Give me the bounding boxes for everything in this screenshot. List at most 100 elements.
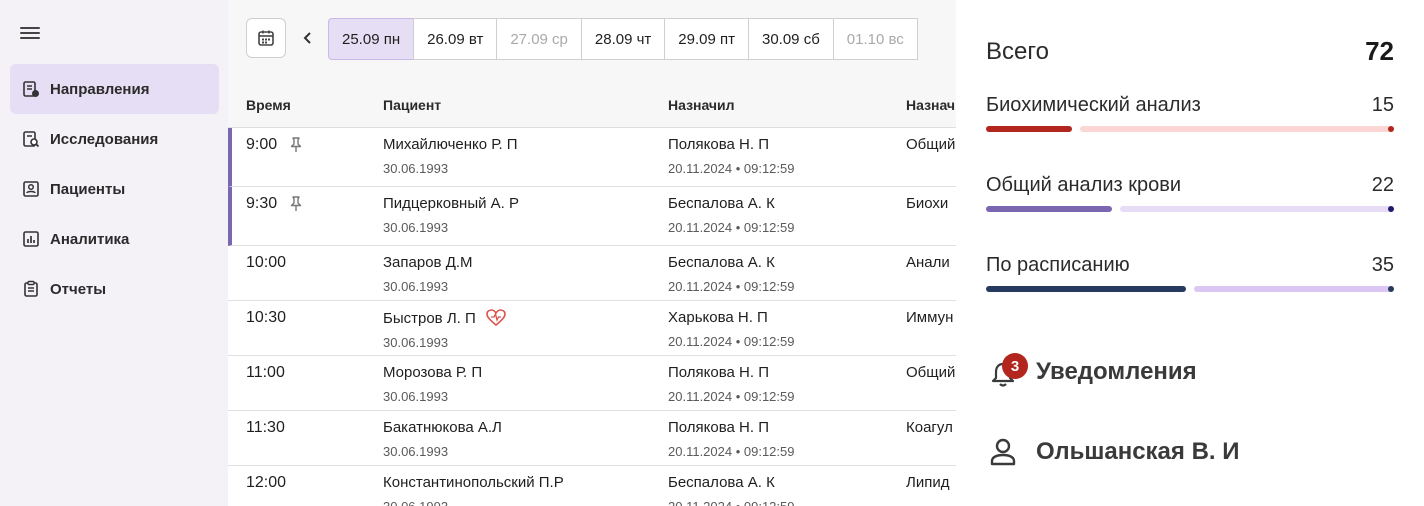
patient-name-text: Быстров Л. П xyxy=(383,309,476,327)
sidebar-item[interactable]: Направления xyxy=(10,64,219,114)
doctor-cell: Полякова Н. П 20.11.2024 • 09:12:59 xyxy=(668,364,794,404)
notifications-badge: 3 xyxy=(1002,353,1028,379)
day-tab[interactable]: 25.09 пн xyxy=(328,18,415,60)
main-content: 25.09 пн 26.09 вт 27.09 ср 28.09 чт 29.09 пт… xyxy=(228,0,956,506)
patient-name-text: Бакатнюкова А.Л xyxy=(383,419,502,436)
table-row[interactable]: 11:00 Морозова Р. П 30.06.1993 Полякова Н. … xyxy=(228,356,956,411)
pin-icon[interactable] xyxy=(289,196,303,212)
sidebar-item[interactable]: Пациенты xyxy=(10,164,219,214)
table-row[interactable]: 12:00 Константинопольский П.Р 30.06.1993 Бе… xyxy=(228,466,956,506)
notifications-label: Уведомления xyxy=(1036,358,1197,385)
analytics-icon xyxy=(22,230,40,248)
assigned-datetime: 20.11.2024 • 09:12:59 xyxy=(668,499,794,506)
doctor-name: Полякова Н. П xyxy=(668,419,770,436)
day-tab[interactable]: 29.09 пт xyxy=(664,18,749,60)
assigned-test: Биохи xyxy=(906,195,949,212)
notifications-button[interactable]: 3 Уведомления xyxy=(986,350,1197,394)
patient-cell: Морозова Р. П 30.06.1993 xyxy=(383,364,482,404)
sidebar-item[interactable]: Аналитика xyxy=(10,214,219,264)
pin-icon[interactable] xyxy=(289,137,303,153)
assigned-test: Липид xyxy=(906,474,950,491)
time-text: 10:00 xyxy=(246,254,287,271)
date-toolbar: 25.09 пн 26.09 вт 27.09 ср 28.09 чт 29.09 пт… xyxy=(228,0,956,80)
assigned-datetime: 20.11.2024 • 09:12:59 xyxy=(668,279,795,294)
summary-panel: Всего 72 Биохимический анализ 15 Общий ана… xyxy=(956,0,1424,506)
time-text: 9:00 xyxy=(246,136,278,153)
appointments-table: 9:00 Михайлюченко Р. П 30.06.1993 Полякова … xyxy=(228,128,956,506)
sidebar-item-label: Направления xyxy=(50,80,150,98)
sidebar-item-label: Пациенты xyxy=(50,180,126,198)
time-cell: 9:30 xyxy=(246,195,303,213)
column-header-patient: Пациент xyxy=(383,97,442,113)
user-icon xyxy=(990,438,1016,466)
patient-name-text: Пидцерковный А. Р xyxy=(383,195,520,212)
table-row[interactable]: 9:00 Михайлюченко Р. П 30.06.1993 Полякова … xyxy=(228,128,956,187)
patient-cell: Михайлюченко Р. П 30.06.1993 xyxy=(383,136,518,176)
chevron-left-icon xyxy=(303,32,311,44)
stat-label: Общий анализ крови xyxy=(986,174,1182,196)
time-cell: 9:00 xyxy=(246,136,303,154)
research-icon xyxy=(22,130,40,148)
day-tab[interactable]: 30.09 сб xyxy=(747,18,834,60)
user-profile-button[interactable]: Ольшанская В. И xyxy=(986,430,1240,474)
patient-name: Михайлюченко Р. П xyxy=(383,136,518,153)
doctor-cell: Беспалова А. К 20.11.2024 • 09:12:59 xyxy=(668,195,794,235)
doctor-cell: Полякова Н. П 20.11.2024 • 09:12:59 xyxy=(668,136,794,176)
calendar-button[interactable] xyxy=(246,18,286,58)
doctor-name: Харькова Н. П xyxy=(668,309,768,326)
doctor-name: Беспалова А. К xyxy=(668,195,775,212)
sidebar-item[interactable]: Исследования xyxy=(10,114,219,164)
patient-dob: 30.06.1993 xyxy=(383,279,449,294)
time-text: 9:30 xyxy=(246,195,278,212)
time-text: 11:00 xyxy=(246,364,285,381)
stat-item: Биохимический анализ 15 xyxy=(986,94,1394,134)
assigned-datetime: 20.11.2024 • 09:12:59 xyxy=(668,161,795,176)
stat-value: 22 xyxy=(1371,174,1394,196)
stat-progress-track xyxy=(1120,206,1392,212)
bell-icon: 3 xyxy=(986,353,1028,389)
day-tab[interactable]: 26.09 вт xyxy=(413,18,498,60)
patient-dob: 30.06.1993 xyxy=(383,335,449,350)
calendar-icon xyxy=(258,30,274,46)
assigned-test: Анали xyxy=(906,254,950,271)
day-tab[interactable]: 01.10 вс xyxy=(832,18,918,60)
assigned-datetime: 20.11.2024 • 09:12:59 xyxy=(668,334,795,349)
sidebar-item[interactable]: Отчеты xyxy=(10,264,219,314)
doctor-name: Беспалова А. К xyxy=(668,474,775,491)
stat-progress-track xyxy=(1080,126,1392,132)
stat-item: Общий анализ крови 22 xyxy=(986,174,1394,214)
prev-week-button[interactable] xyxy=(298,18,318,58)
day-tab[interactable]: 28.09 чт xyxy=(580,18,666,60)
doctor-cell: Беспалова А. К 20.11.2024 • 09:12:59 xyxy=(668,254,794,294)
doctor-name: Полякова Н. П xyxy=(668,136,770,153)
table-row[interactable]: 10:30 Быстров Л. П 30.06.1993 Харькова Н. П… xyxy=(228,301,956,356)
column-header-assigned: Назнач xyxy=(906,97,956,113)
hamburger-menu-icon[interactable] xyxy=(20,24,40,42)
time-text: 10:30 xyxy=(246,309,287,326)
patient-dob: 30.06.1993 xyxy=(383,220,449,235)
day-tab[interactable]: 27.09 ср xyxy=(496,18,582,60)
patient-name: Быстров Л. П xyxy=(383,309,506,327)
patient-cell: Запаров Д.М 30.06.1993 xyxy=(383,254,473,294)
patient-name: Запаров Д.М xyxy=(383,254,473,271)
patient-dob: 30.06.1993 xyxy=(383,444,449,459)
day-selector: 25.09 пн 26.09 вт 27.09 ср 28.09 чт 29.09 пт… xyxy=(328,18,918,60)
time-cell: 11:00 xyxy=(246,364,285,382)
referrals-icon xyxy=(22,80,40,98)
patient-name-text: Константинопольский П.Р xyxy=(383,474,564,491)
sidebar-item-label: Отчеты xyxy=(50,280,107,298)
stat-value: 35 xyxy=(1371,254,1394,276)
patient-cell: Пидцерковный А. Р 30.06.1993 xyxy=(383,195,519,235)
time-cell: 10:30 xyxy=(246,309,286,327)
patient-name: Морозова Р. П xyxy=(383,364,482,381)
stat-progress-fill xyxy=(986,206,1112,212)
table-row[interactable]: 10:00 Запаров Д.М 30.06.1993 Беспалова А. К… xyxy=(228,246,956,301)
doctor-cell: Беспалова А. К 20.11.2024 • 09:12:59 xyxy=(668,474,794,506)
total-value: 72 xyxy=(1365,36,1394,66)
table-row[interactable]: 9:30 Пидцерковный А. Р 30.06.1993 Беспалова… xyxy=(228,187,956,246)
table-row[interactable]: 11:30 Бакатнюкова А.Л 30.06.1993 Полякова Н… xyxy=(228,411,956,466)
patient-name-text: Михайлюченко Р. П xyxy=(383,136,518,153)
patient-name: Константинопольский П.Р xyxy=(383,474,564,491)
total-label: Всего xyxy=(986,38,1049,65)
stat-value: 15 xyxy=(1371,94,1394,116)
